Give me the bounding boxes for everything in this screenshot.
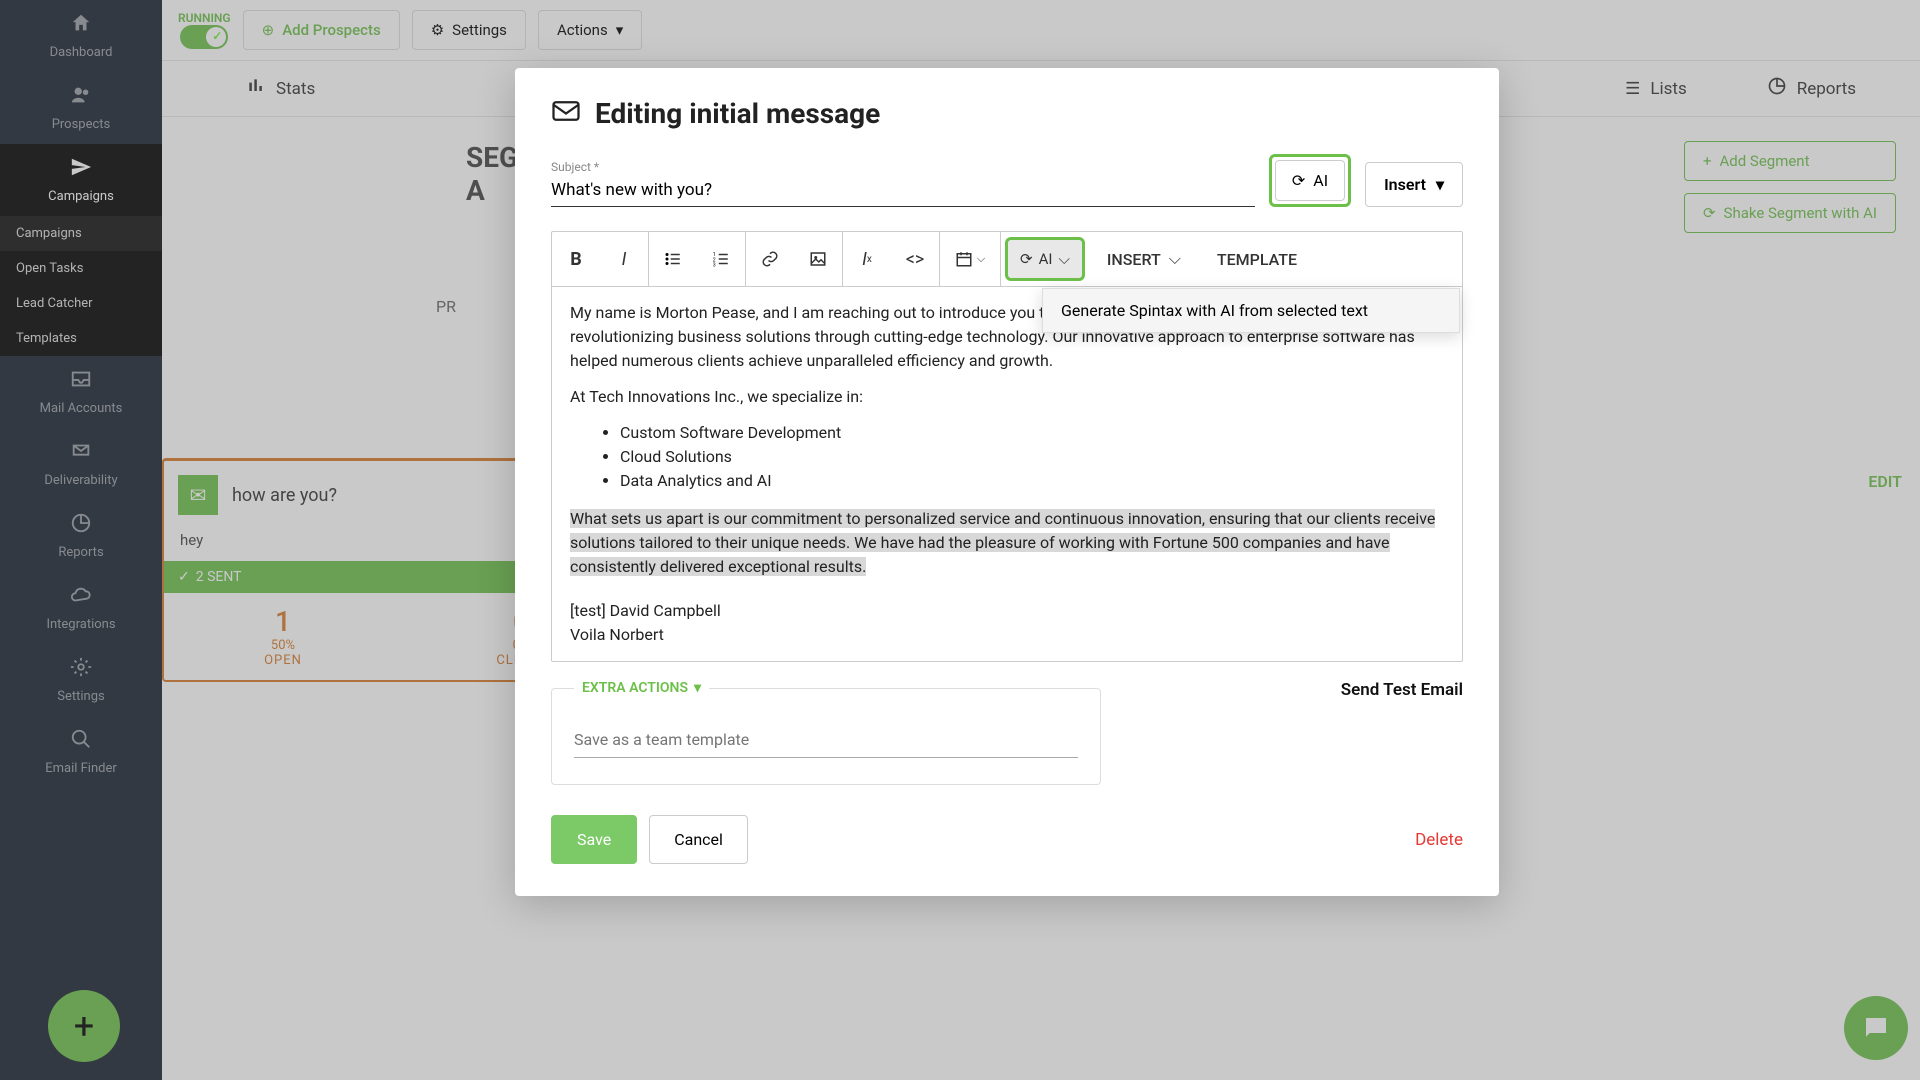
chevron-down-icon: ⌵ [1058, 250, 1069, 268]
subject-field: Subject * [551, 160, 1255, 207]
subject-row: Subject * ⟳ AI Insert ▾ [551, 154, 1463, 207]
body-p2: At Tech Innovations Inc., we specialize … [570, 385, 1444, 409]
insert-label: Insert [1384, 175, 1426, 194]
modal-title: Editing initial message [595, 97, 880, 130]
subject-input[interactable] [551, 174, 1255, 207]
body-li2: Cloud Solutions [620, 445, 1444, 469]
cancel-button[interactable]: Cancel [649, 815, 748, 864]
image-button[interactable] [794, 232, 842, 286]
delete-button[interactable]: Delete [1415, 830, 1463, 850]
italic-button[interactable]: I [600, 232, 648, 286]
chevron-down-icon: ⌵ [1169, 249, 1181, 269]
numbered-list-button[interactable]: 123 [697, 232, 745, 286]
bullet-list-button[interactable] [649, 232, 697, 286]
generate-spintax-item[interactable]: Generate Spintax with AI from selected t… [1043, 289, 1459, 332]
modal-footer: Save Cancel Delete [551, 815, 1463, 864]
clear-format-button[interactable]: Ix [843, 232, 891, 286]
editor-body[interactable]: My name is Morton Pease, and I am reachi… [552, 287, 1462, 661]
edit-message-modal: Editing initial message Subject * ⟳ AI I… [515, 68, 1499, 896]
team-template-input[interactable] [574, 722, 1078, 758]
refresh-icon: ⟳ [1020, 250, 1033, 268]
toolbar-insert-label: INSERT [1107, 250, 1161, 269]
check-icon: ✓ [212, 29, 222, 43]
send-test-email-link[interactable]: Send Test Email [1341, 680, 1463, 700]
modal-header: Editing initial message [551, 96, 1463, 130]
signature-line2: Voila Norbert [570, 623, 1444, 647]
extra-actions-legend[interactable]: EXTRA ACTIONS ▾ [574, 680, 709, 696]
editor-toolbar: B I 123 Ix <> [552, 232, 1462, 287]
ai-dropdown: Generate Spintax with AI from selected t… [1042, 288, 1460, 333]
chevron-down-icon: ▾ [1436, 175, 1444, 194]
insert-button[interactable]: Insert ▾ [1365, 162, 1463, 207]
calendar-button[interactable]: ⌵ [940, 232, 1000, 286]
toolbar-template-label: TEMPLATE [1217, 250, 1297, 269]
subject-label: Subject * [551, 160, 1255, 174]
chevron-down-icon: ▾ [694, 680, 701, 696]
save-button[interactable]: Save [551, 815, 637, 864]
body-highlighted: What sets us apart is our commitment to … [570, 509, 1435, 576]
extra-actions-label: EXTRA ACTIONS [582, 680, 688, 696]
editor: B I 123 Ix <> [551, 231, 1463, 662]
toolbar-ai-button[interactable]: ⟳ AI ⌵ [1005, 237, 1085, 281]
body-li3: Data Analytics and AI [620, 469, 1444, 493]
signature-line1: [test] David Campbell [570, 599, 1444, 623]
ai-label: AI [1313, 171, 1328, 190]
envelope-icon [551, 96, 581, 130]
ai-button-highlight: ⟳ AI [1269, 154, 1351, 207]
toolbar-template-button[interactable]: TEMPLATE [1199, 232, 1315, 286]
code-button[interactable]: <> [891, 232, 939, 286]
bold-button[interactable]: B [552, 232, 600, 286]
chevron-down-icon: ⌵ [977, 252, 985, 266]
link-button[interactable] [746, 232, 794, 286]
body-li1: Custom Software Development [620, 421, 1444, 445]
extra-actions-fieldset: EXTRA ACTIONS ▾ [551, 680, 1101, 785]
toolbar-insert-button[interactable]: INSERT ⌵ [1089, 232, 1199, 286]
below-editor-row: EXTRA ACTIONS ▾ Send Test Email [551, 680, 1463, 785]
toolbar-ai-label: AI [1039, 250, 1053, 268]
svg-text:3: 3 [713, 263, 716, 269]
refresh-icon: ⟳ [1292, 171, 1305, 190]
ai-button[interactable]: ⟳ AI [1275, 160, 1345, 201]
